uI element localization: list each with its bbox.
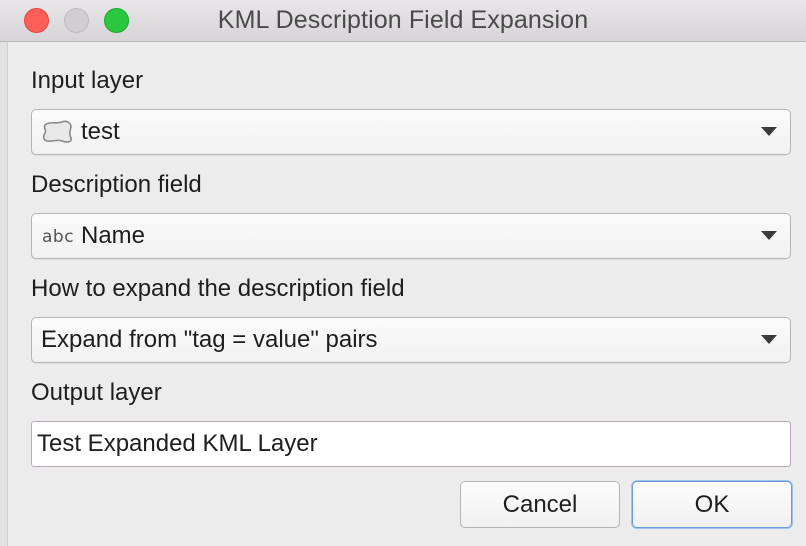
chevron-down-icon[interactable] (761, 231, 777, 240)
dialog-window: KML Description Field Expansion Input la… (0, 0, 806, 546)
input-layer-label: Input layer (31, 67, 144, 94)
input-layer-combobox[interactable]: test (31, 109, 791, 155)
chevron-down-icon[interactable] (761, 335, 777, 344)
description-field-combobox[interactable]: abc Name (31, 213, 791, 259)
input-layer-value: test (81, 118, 120, 145)
ok-button[interactable]: OK (632, 481, 792, 528)
title-bar: KML Description Field Expansion (0, 0, 806, 42)
polygon-layer-icon (42, 120, 72, 143)
description-field-label: Description field (31, 171, 202, 198)
output-layer-label: Output layer (31, 379, 162, 406)
window-title: KML Description Field Expansion (217, 6, 589, 34)
window-edge (0, 42, 8, 546)
text-field-type-icon: abc (42, 227, 75, 247)
chevron-down-icon[interactable] (761, 127, 777, 136)
expand-method-value: Expand from "tag = value" pairs (41, 326, 378, 353)
expand-method-combobox[interactable]: Expand from "tag = value" pairs (31, 317, 791, 363)
description-field-value: Name (81, 222, 146, 249)
expand-method-label: How to expand the description field (31, 275, 405, 302)
output-layer-field[interactable] (31, 421, 791, 467)
output-layer-input[interactable] (37, 422, 785, 466)
cancel-button[interactable]: Cancel (460, 481, 620, 528)
